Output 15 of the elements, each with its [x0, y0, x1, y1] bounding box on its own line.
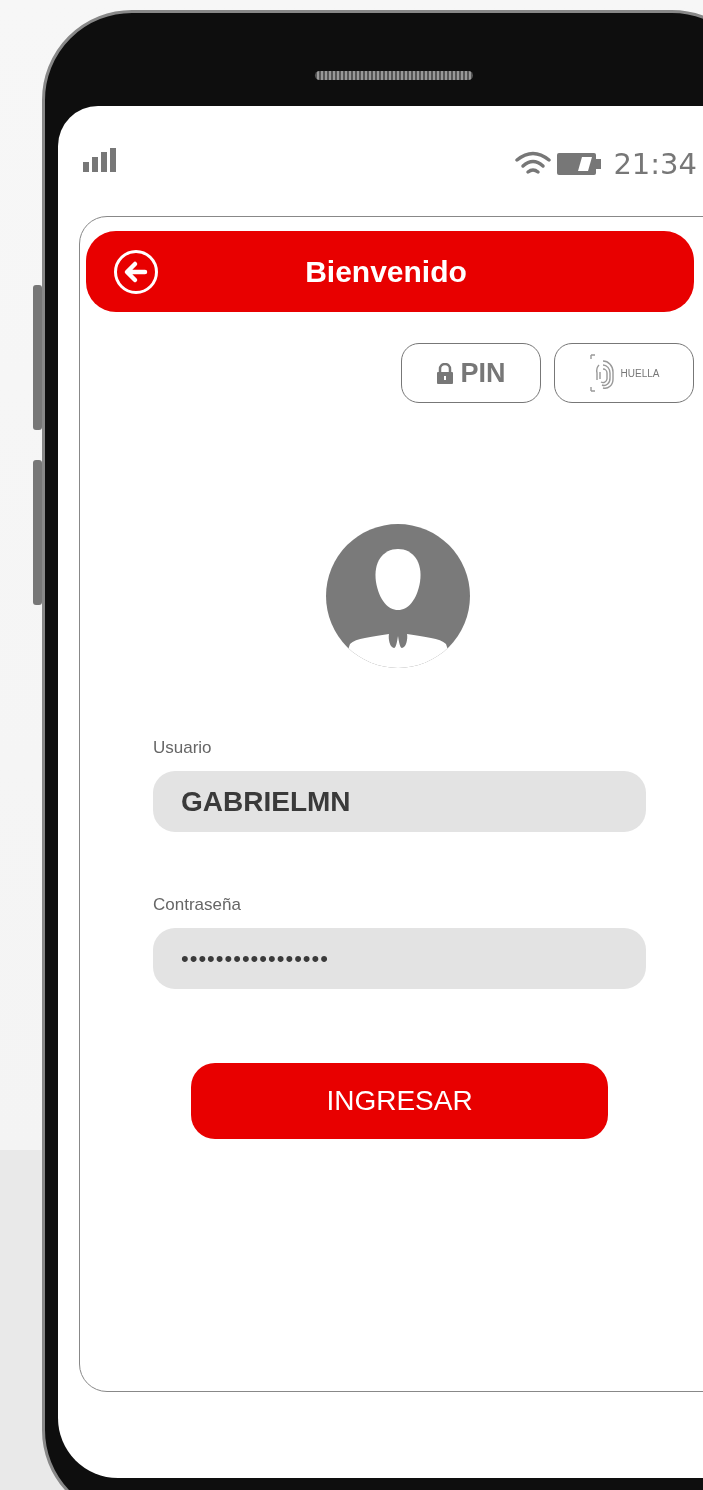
auth-option-button[interactable]: HUELLA [554, 343, 694, 403]
signal-icon [83, 148, 116, 172]
wifi-icon [515, 151, 552, 177]
avatar-icon [326, 524, 470, 668]
back-icon[interactable] [113, 249, 159, 295]
field-label: Contraseña [153, 895, 242, 915]
field-label: Usuario [153, 738, 213, 758]
battery-icon [557, 153, 602, 175]
input-field[interactable]: GABRIELMN [153, 771, 646, 832]
auth-option-button[interactable]: PIN [401, 343, 541, 403]
input-field[interactable]: ••••••••••••••••• [153, 928, 646, 989]
lock-icon [436, 362, 455, 384]
header-title: Bienvenido [305, 254, 467, 289]
status-time: 21:34 [613, 147, 697, 181]
submit-button[interactable]: INGRESAR [191, 1063, 608, 1139]
